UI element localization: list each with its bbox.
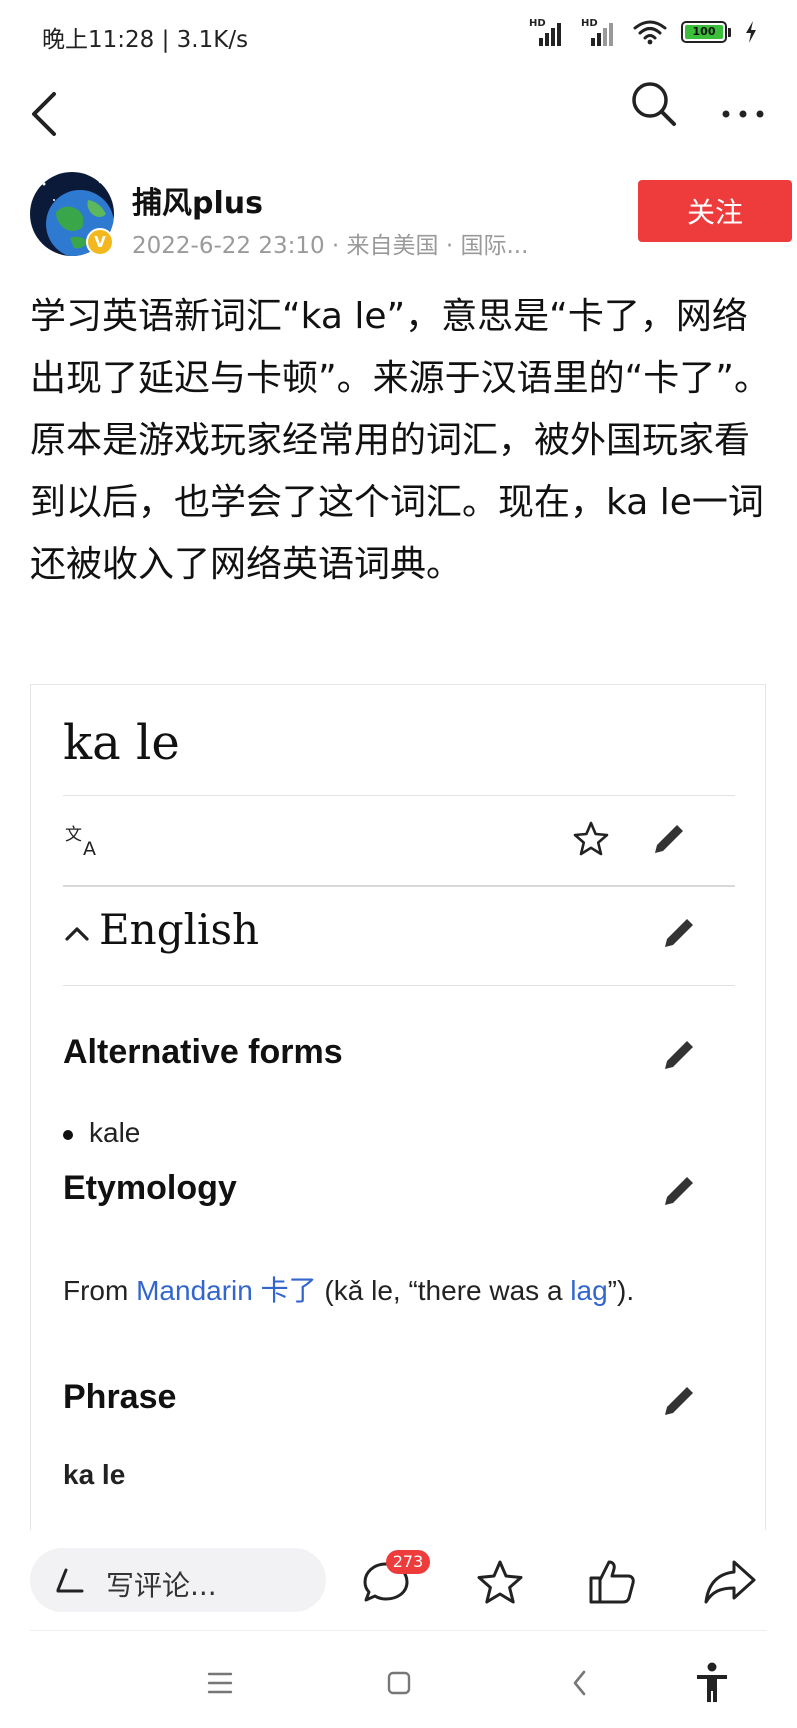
status-bar: 晚上11:28 | 3.1K/s HD HD 100	[0, 0, 797, 70]
lag-link[interactable]: lag	[570, 1275, 607, 1306]
etymology-text: From Mandarin 卡了 (kǎ le, “there was a la…	[63, 1269, 634, 1309]
pen-icon	[56, 1568, 84, 1593]
alt-form-link[interactable]: kale	[89, 1117, 140, 1149]
divider	[63, 885, 735, 887]
divider	[30, 1630, 767, 1631]
thumbs-up-icon[interactable]	[586, 1558, 638, 1606]
charging-icon	[746, 21, 756, 43]
accessibility-icon[interactable]	[694, 1662, 730, 1704]
edit-icon[interactable]	[659, 1171, 699, 1211]
mandarin-link[interactable]: Mandarin	[136, 1275, 253, 1306]
battery-icon: 100	[681, 21, 731, 43]
post-meta: 2022-6-22 23:10 · 来自美国 · 国际...	[132, 233, 529, 259]
battery-level: 100	[685, 25, 723, 39]
author-row: V 捕风plus 2022-6-22 23:10 · 来自美国 · 国际... …	[30, 172, 792, 262]
etymology-prefix: From	[63, 1275, 137, 1306]
divider	[63, 795, 735, 796]
edit-icon[interactable]	[659, 1381, 699, 1421]
language-heading[interactable]: English	[99, 905, 259, 954]
edit-icon[interactable]	[659, 913, 699, 953]
search-icon[interactable]	[628, 78, 680, 130]
svg-text:文: 文	[65, 825, 82, 845]
star-icon[interactable]	[571, 819, 611, 859]
translate-icon[interactable]: 文 A	[65, 823, 105, 859]
status-time-speed: 晚上11:28 | 3.1K/s	[42, 27, 249, 53]
author-name[interactable]: 捕风plus	[132, 178, 263, 222]
signal-icon: HD	[581, 18, 619, 46]
status-icons: HD HD 100	[529, 18, 757, 46]
more-icon[interactable]	[718, 92, 768, 136]
share-icon[interactable]	[702, 1558, 758, 1606]
bottom-action-bar: 写评论... 273	[0, 1530, 797, 1630]
back-icon[interactable]	[24, 88, 64, 140]
phrase-heading: Phrase	[63, 1378, 177, 1416]
menu-icon[interactable]	[206, 1670, 234, 1696]
home-icon[interactable]	[386, 1670, 412, 1696]
edit-icon[interactable]	[649, 819, 689, 859]
comment-input[interactable]: 写评论...	[30, 1548, 326, 1612]
wifi-icon	[633, 20, 667, 45]
star-icon[interactable]	[474, 1558, 526, 1606]
etymology-heading: Etymology	[63, 1169, 237, 1207]
etymology-gloss: (kǎ le, “there was a	[316, 1275, 571, 1306]
chevron-up-icon[interactable]	[63, 921, 91, 945]
verified-badge: V	[86, 228, 114, 256]
top-nav	[0, 70, 797, 162]
edit-icon[interactable]	[659, 1035, 699, 1075]
etymology-space	[253, 1275, 261, 1306]
alt-forms-heading: Alternative forms	[63, 1033, 343, 1071]
list-bullet	[63, 1130, 73, 1140]
dictionary-card[interactable]: ka le 文 A English Alternative forms kale…	[30, 684, 766, 1536]
dictionary-title: ka le	[63, 715, 180, 771]
svg-text:A: A	[83, 838, 96, 859]
phrase-term[interactable]: ka le	[63, 1459, 125, 1491]
signal-icon: HD	[529, 18, 567, 46]
comment-placeholder: 写评论...	[106, 1569, 217, 1602]
system-nav-bar	[0, 1640, 797, 1728]
divider	[63, 985, 735, 986]
comment-count-badge: 273	[386, 1550, 430, 1574]
etymology-suffix: ”).	[607, 1275, 635, 1306]
post-text: 学习英语新词汇“ka le”，意思是“卡了，网络出现了延迟与卡顿”。来源于汉语里…	[30, 296, 770, 585]
back-nav-icon[interactable]	[570, 1668, 590, 1698]
ka-le-chinese-link[interactable]: 卡了	[261, 1275, 317, 1306]
follow-button[interactable]: 关注	[638, 180, 792, 242]
